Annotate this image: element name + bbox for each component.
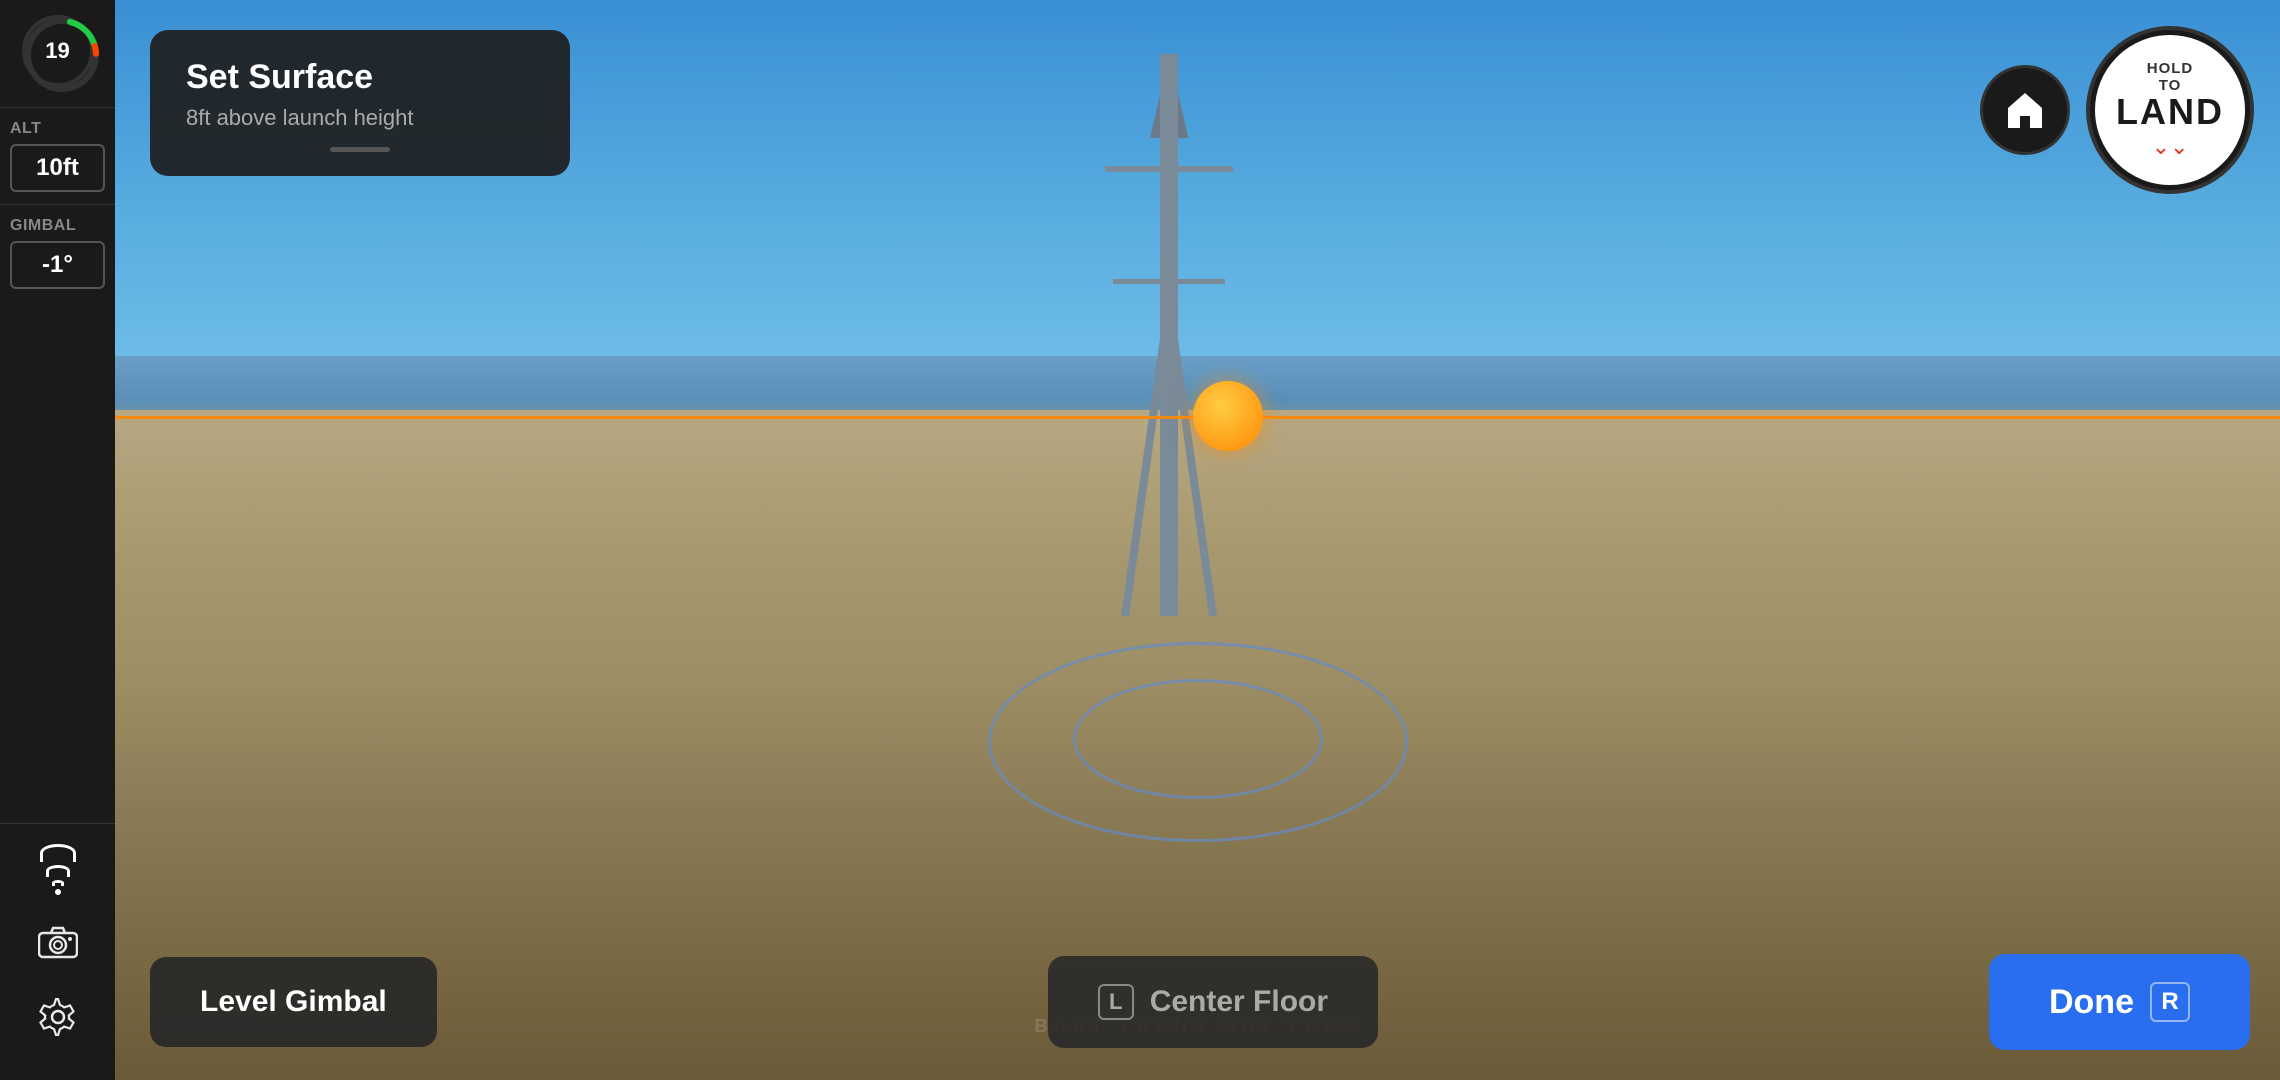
alt-value-box: 10ft [10,144,105,192]
orange-indicator [1193,381,1263,451]
alt-value: 10ft [36,154,79,181]
done-key: R [2150,982,2190,1022]
gimbal-section: GIMBAL -1° [0,204,115,301]
drag-handle[interactable] [330,147,390,152]
done-label: Done [2049,983,2134,1022]
battery-indicator: 19 [22,15,94,87]
hold-to-land-button[interactable]: HOLD TO LAND ⌄⌄ [2090,30,2250,190]
top-right-controls: HOLD TO LAND ⌄⌄ [1980,30,2250,190]
alt-section: ALT 10ft [0,107,115,204]
settings-icon[interactable] [39,998,77,1045]
chevron-down-icon: ⌄⌄ [2152,134,2189,160]
info-card: Set Surface 8ft above launch height [150,30,570,176]
camera-icon[interactable] [38,925,78,968]
gimbal-value: -1° [42,251,73,278]
center-floor-button[interactable]: L Center Floor [1048,956,1378,1048]
crane-structure [1089,54,1249,616]
center-floor-key: L [1098,984,1134,1020]
bottom-bar: Level Gimbal L Center Floor Done R [150,954,2250,1050]
hold-label-hold: HOLD [2147,60,2194,77]
alt-label: ALT [10,120,105,138]
sidebar: 19 ALT 10ft GIMBAL -1° [0,0,115,1080]
wifi-icon[interactable] [40,844,76,895]
home-button[interactable] [1980,65,2070,155]
landing-circle-inner [1073,679,1323,799]
wifi-dot [55,889,61,895]
sidebar-icons [0,823,115,1065]
home-icon [2003,88,2047,132]
battery-arc [22,15,102,95]
hold-label-land: LAND [2116,94,2224,130]
level-gimbal-button[interactable]: Level Gimbal [150,957,437,1047]
wifi-arc-large [40,844,76,862]
wifi-arc-small [52,880,64,886]
gimbal-label: GIMBAL [10,217,105,235]
info-title: Set Surface [186,58,534,97]
center-floor-label: Center Floor [1150,985,1328,1019]
done-button[interactable]: Done R [1989,954,2250,1050]
gimbal-value-box: -1° [10,241,105,289]
wifi-arc-medium [46,865,70,877]
info-subtitle: 8ft above launch height [186,105,534,131]
